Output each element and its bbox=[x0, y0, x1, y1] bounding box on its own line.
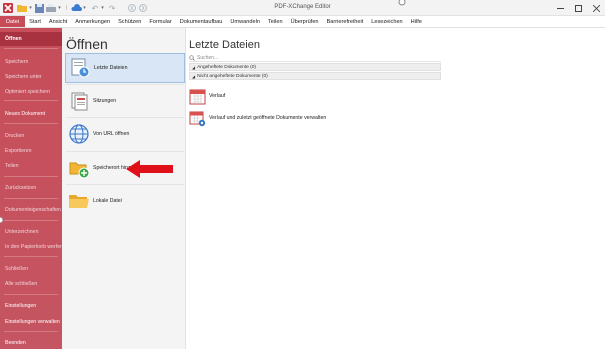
restore-dot-icon bbox=[393, 0, 411, 10]
history-label: Verlauf bbox=[209, 93, 226, 99]
menu-item-lesezeichen[interactable]: Lesezeichen bbox=[367, 16, 406, 27]
sidebar-divider bbox=[4, 48, 58, 49]
calendar-icon bbox=[189, 88, 206, 105]
sidebar-divider bbox=[4, 256, 58, 257]
open-option-label: Lokale Datei bbox=[93, 198, 122, 204]
globe-icon bbox=[68, 123, 90, 145]
collapse-triangle-icon: ◢ bbox=[192, 73, 196, 79]
sidebar-item-share[interactable]: Teilen bbox=[0, 159, 62, 173]
sidebar-item-sign[interactable]: Unterzeichnen bbox=[0, 225, 62, 239]
open-option-local-file[interactable]: Lokale Datei bbox=[65, 186, 185, 216]
sidebar-divider bbox=[4, 100, 58, 101]
manage-history-row[interactable]: Verlauf und zuletzt geöffnete Dokumente … bbox=[189, 107, 326, 129]
sidebar-item-close[interactable]: Schließen bbox=[0, 262, 62, 276]
sidebar-item-close-all[interactable]: Alle schließen bbox=[0, 277, 62, 291]
recent-files-icon bbox=[69, 57, 91, 79]
search-placeholder: Suchen... bbox=[197, 54, 219, 61]
sidebar-divider bbox=[4, 123, 58, 124]
group-header-pinned[interactable]: ◢ Angeheftete Dokumente (0) bbox=[189, 63, 441, 71]
sidebar-item-reset[interactable]: Zurücksetzen bbox=[0, 181, 62, 195]
group-header-label: Angeheftete Dokumente (0) bbox=[197, 64, 257, 70]
open-option-label: Sitzungen bbox=[93, 98, 117, 104]
sidebar-item-export[interactable]: Exportieren bbox=[0, 144, 62, 158]
menu-bar: Datei Start Ansicht Anmerkungen Schützen Form… bbox=[0, 16, 605, 28]
group-header-unpinned[interactable]: ◢ Nicht angeheftete Dokumente (0) bbox=[189, 72, 441, 80]
sidebar-item-print[interactable]: Drucken bbox=[0, 129, 62, 143]
menu-item-schützen[interactable]: Schützen bbox=[114, 16, 145, 27]
manage-history-label: Verlauf und zuletzt geöffnete Dokumente … bbox=[209, 115, 327, 121]
add-location-icon bbox=[68, 157, 90, 179]
menu-item-dokumentaufbau[interactable]: Dokumentaufbau bbox=[176, 16, 227, 27]
sidebar-item-trash[interactable]: In den Papierkorb werfen bbox=[0, 240, 63, 254]
minimize-icon[interactable] bbox=[551, 0, 569, 16]
close-icon[interactable] bbox=[587, 0, 605, 16]
search-input[interactable]: Suchen... bbox=[189, 54, 441, 62]
sidebar-item-document-properties[interactable]: Dokumenteigenschaften bbox=[0, 203, 62, 217]
panel-divider bbox=[66, 117, 184, 118]
sidebar-item-save-optimized[interactable]: Optimiert speichern bbox=[0, 85, 62, 99]
menu-item-umwandeln[interactable]: Umwandeln bbox=[226, 16, 264, 27]
page-title: Öffnen bbox=[66, 36, 108, 52]
sidebar-item-manage-settings[interactable]: Einstellungen verwalten bbox=[0, 315, 62, 329]
menu-item-start[interactable]: Start bbox=[25, 16, 45, 27]
folder-icon bbox=[68, 190, 90, 212]
menu-item-teilen[interactable]: Teilen bbox=[264, 16, 287, 27]
annotation-arrow-icon bbox=[126, 160, 173, 178]
panel-divider bbox=[66, 84, 184, 85]
menu-item-formular[interactable]: Formular bbox=[145, 16, 175, 27]
menu-item-hilfe[interactable]: Hilfe bbox=[407, 16, 426, 27]
open-option-sessions[interactable]: Sitzungen bbox=[65, 86, 185, 116]
search-icon bbox=[189, 54, 195, 61]
sidebar-item-save-as[interactable]: Speichern unter bbox=[0, 70, 62, 84]
section-title: Letzte Dateien bbox=[189, 39, 260, 51]
sidebar-item-settings[interactable]: Einstellungen bbox=[0, 299, 62, 313]
sidebar-divider bbox=[4, 198, 58, 199]
recent-files-content: Letzte Dateien Suchen... ◢ Angeheftete D… bbox=[186, 28, 605, 349]
sidebar-resize-handle-icon[interactable] bbox=[0, 217, 3, 223]
sidebar-item-save[interactable]: Speichern bbox=[0, 55, 62, 69]
group-header-label: Nicht angeheftete Dokumente (0) bbox=[197, 73, 268, 79]
sidebar-divider bbox=[4, 331, 58, 332]
open-option-label: Letzte Dateien bbox=[94, 65, 128, 71]
menu-item-barrierefreiheit[interactable]: Barrierefreiheit bbox=[323, 16, 368, 27]
sidebar-item-exit[interactable]: Beenden bbox=[0, 336, 62, 349]
menu-item-überprüfen[interactable]: Überprüfen bbox=[287, 16, 323, 27]
sidebar-item-open[interactable]: Öffnen bbox=[0, 32, 62, 46]
open-option-from-url[interactable]: Von URL öffnen bbox=[65, 119, 185, 149]
window-title: PDF-XChange Editor bbox=[274, 4, 331, 10]
sidebar-item-new-document[interactable]: Neues Dokument bbox=[0, 107, 62, 121]
panel-divider bbox=[66, 151, 184, 152]
menu-item-datei[interactable]: Datei bbox=[0, 16, 26, 27]
sidebar-divider bbox=[4, 294, 58, 295]
open-option-label: Von URL öffnen bbox=[93, 131, 130, 137]
open-option-recent-files[interactable]: Letzte Dateien bbox=[65, 53, 185, 83]
history-row[interactable]: Verlauf bbox=[189, 85, 225, 107]
title-bar: ▾ ▾ | ▾ ↶ ▾ ↷ PDF-XChange Editor bbox=[0, 0, 605, 16]
sidebar-divider bbox=[4, 176, 58, 177]
collapse-triangle-icon: ◢ bbox=[192, 64, 196, 70]
panel-divider bbox=[66, 184, 184, 185]
menu-item-anmerkungen[interactable]: Anmerkungen bbox=[71, 16, 114, 27]
menu-item-ansicht[interactable]: Ansicht bbox=[45, 16, 71, 27]
maximize-icon[interactable] bbox=[569, 0, 587, 16]
sessions-icon bbox=[68, 90, 90, 112]
sidebar-divider bbox=[4, 220, 58, 221]
open-options-panel: Öffnen Letzte Dateien Sitzungen Von URL … bbox=[62, 28, 186, 349]
calendar-gear-icon bbox=[189, 110, 206, 127]
file-sidebar: Öffnen Speichern Speichern unter Optimie… bbox=[0, 28, 63, 349]
